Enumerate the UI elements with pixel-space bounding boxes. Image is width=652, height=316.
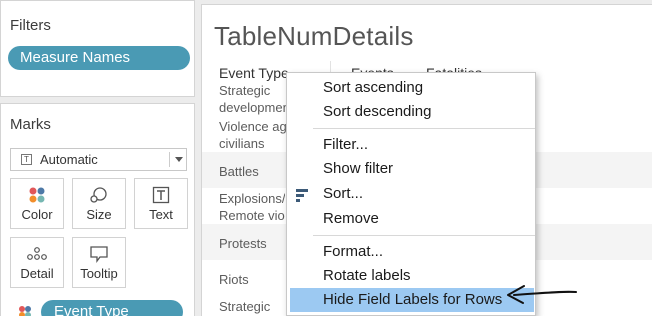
color-dots-icon [18,305,32,316]
size-icon [73,186,125,204]
menu-item-sort-descending[interactable]: Sort descending [287,100,535,124]
size-button-label: Size [86,207,112,222]
column-header-event-type[interactable]: Event Type [219,65,289,81]
marks-panel: Marks T Automatic Color Size Text Detail… [0,103,195,316]
row-label: Riots [219,272,249,287]
color-dots-icon [11,186,63,204]
row-label: Battles [219,164,259,179]
tooltip-button[interactable]: Tooltip [72,237,126,288]
measure-names-pill[interactable]: Measure Names [8,46,190,70]
color-button-label: Color [21,207,53,222]
detail-icon [11,245,63,263]
marks-title: Marks [10,116,51,133]
text-button-label: Text [149,207,173,222]
menu-item-filter[interactable]: Filter... [287,133,535,157]
text-button[interactable]: Text [134,178,188,229]
context-menu: Sort ascending Sort descending Filter...… [286,72,536,316]
mark-type-label: Automatic [40,152,98,167]
menu-item-show-filter[interactable]: Show filter [287,157,535,181]
tooltip-icon [73,245,125,263]
detail-button[interactable]: Detail [10,237,64,288]
row-label: Strategic [219,299,271,314]
filters-panel: Filters Measure Names [0,0,195,97]
drawn-arrow-icon [504,282,578,311]
tooltip-button-label: Tooltip [80,266,118,281]
chevron-down-icon[interactable] [175,157,183,162]
menu-item-sort-ascending[interactable]: Sort ascending [287,76,535,100]
event-type-pill[interactable]: Event Type [41,300,183,316]
text-mark-icon: T [21,154,32,165]
dropdown-separator [169,152,170,167]
menu-item-remove[interactable]: Remove [287,207,535,231]
row-label: Explosions/ [219,191,286,206]
row-label: Protests [219,236,267,251]
row-label: Violence ag [219,119,287,134]
size-button[interactable]: Size [72,178,126,229]
menu-separator [313,235,535,236]
menu-item-format[interactable]: Format... [287,240,535,264]
menu-item-hide-field-labels-for-rows[interactable]: Hide Field Labels for Rows [290,288,534,312]
menu-item-rotate-labels[interactable]: Rotate labels [287,264,535,288]
menu-separator [313,128,535,129]
detail-button-label: Detail [20,266,54,281]
text-icon [135,186,187,204]
row-label: civilians [219,136,265,151]
sheet-title: TableNumDetails [214,21,414,51]
menu-item-sort[interactable]: Sort... [287,182,535,206]
row-label: Remote vio [219,208,285,223]
mark-type-dropdown[interactable]: T Automatic [10,148,187,171]
filters-title: Filters [10,17,51,34]
color-button[interactable]: Color [10,178,64,229]
row-label: Strategic [219,83,271,98]
